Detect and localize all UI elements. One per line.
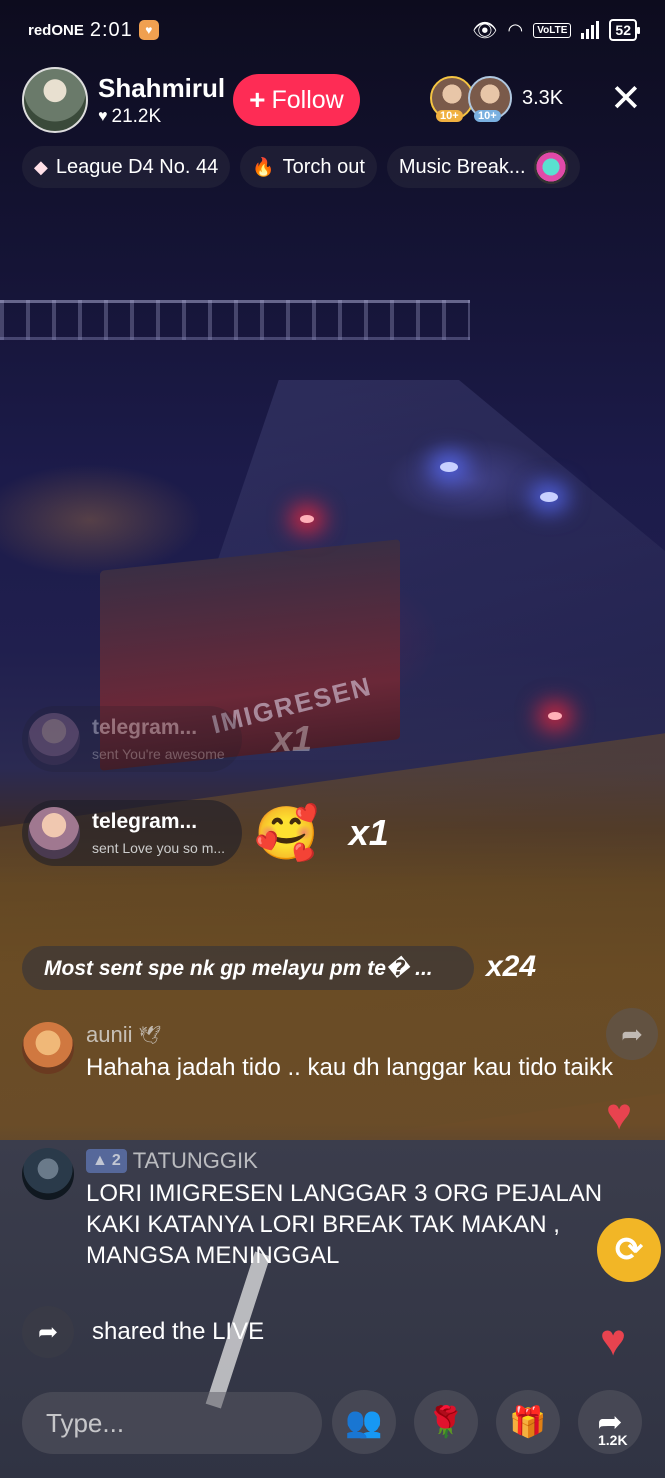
wifi-icon: ◠ [507,19,524,40]
shared-live-notice: ➦ shared the LIVE [22,1306,264,1358]
league-label: League D4 No. 44 [55,155,219,178]
carrier-name: redONE [28,21,84,39]
viewer-rank-badge: 10+ [436,110,463,122]
rank-icon: ▲ [92,1152,108,1169]
gift-sender-avatar[interactable] [28,713,80,765]
comment-text: LORI IMIGRESEN LANGGAR 3 ORG PEJALAN KAK… [86,1180,603,1269]
volte-badge: VoLTE [533,22,572,38]
battery-indicator: 52 [609,19,640,41]
comment-item: ▲ 2 TATUNGGIK LORI IMIGRESEN LANGGAR 3 O… [22,1148,622,1271]
host-bar: Shahmirul ♥ 21.2K + Follow [22,66,360,134]
gift-multiplier: x1 [348,812,389,853]
eye-icon: 👁 [472,19,498,42]
most-sent-banner: Most sent spe nk gp melayu pm te� ... [22,946,474,990]
notification-app-icon: ♥ [138,20,159,40]
share-count: 1.2K [598,1432,628,1448]
multi-guest-icon[interactable]: 👥 [332,1390,396,1454]
gift-sender-name: telegram... [92,810,198,833]
viewer-rank-badge: 10+ [474,110,501,122]
comment-username[interactable]: aunii [86,1022,132,1048]
diamond-icon: ◆ [34,156,48,177]
comment-username[interactable]: TATUNGGIK [133,1148,258,1174]
signal-icon [581,21,600,39]
torch-icon: 🔥 [252,156,275,177]
comment-input[interactable] [22,1392,322,1454]
music-pill[interactable]: Music Break... [386,146,580,188]
close-icon[interactable]: ✕ [610,80,642,118]
comment-avatar[interactable] [22,1148,74,1200]
hug-heart-gift-icon: 🥰 [254,804,319,863]
music-avatar-icon [533,150,568,184]
video-bridge [0,300,470,340]
side-share-icon[interactable]: ➦ [606,1008,658,1060]
red-light [548,712,562,720]
torch-label: Torch out [282,155,365,178]
police-light [440,462,458,472]
viewer-count[interactable]: 3.3K [522,87,563,110]
comment-item: aunii 🕊 Hahaha jadah tido .. kau dh lang… [22,1022,622,1083]
share-arrow-icon: ➦ [22,1306,74,1358]
gift-banner: telegram... sent Love you so m... 🥰 x1 [22,800,389,866]
rank-number: 2 [111,1152,121,1169]
comment-avatar[interactable] [22,1022,74,1074]
gift-box-icon[interactable]: 🎁 [496,1390,560,1454]
floating-heart-icon: ♥ [606,1090,633,1139]
most-sent-multiplier: x24 [486,950,537,983]
rose-gift-icon[interactable]: 🌹 [414,1390,478,1454]
gift-banner: telegram... sent You're awesome x1 [22,706,312,772]
info-pills: ◆ League D4 No. 44 🔥 Torch out Music Bre… [22,146,580,188]
torch-pill[interactable]: 🔥 Torch out [240,146,377,188]
viewer-avatar[interactable]: 10+ [468,76,512,122]
follow-label: Follow [271,85,344,114]
plus-icon: + [249,84,266,115]
music-label: Music Break... [398,155,526,178]
gift-sender-name: telegram... [92,716,198,739]
gift-message: sent You're awesome [92,746,225,762]
police-light [540,492,558,502]
host-likes: ♥ 21.2K [98,106,225,128]
dove-icon: 🕊 [138,1024,162,1045]
host-avatar[interactable] [22,67,88,133]
gift-multiplier: x1 [272,718,313,759]
repost-button[interactable]: ⟳ [597,1218,661,1282]
gift-message: sent Love you so m... [92,840,226,856]
follow-button[interactable]: + Follow [233,74,360,126]
red-light [300,515,314,523]
shared-text: shared the LIVE [92,1318,265,1345]
league-pill[interactable]: ◆ League D4 No. 44 [22,146,231,188]
host-likes-count: 21.2K [111,105,162,127]
rank-badge: ▲ 2 [86,1149,127,1173]
status-bar: redONE 2:01 ♥ 👁 ◠ VoLTE 52 [0,0,665,60]
floating-heart-icon: ♥ [600,1316,627,1365]
gift-sender-avatar[interactable] [28,807,80,859]
comment-text: Hahaha jadah tido .. kau dh langgar kau … [86,1054,614,1081]
top-viewers[interactable]: 10+ 10+ 3.3K [430,76,563,122]
heart-icon: ♥ [98,107,108,125]
clock: 2:01 [89,18,133,41]
host-name[interactable]: Shahmirul [98,73,225,104]
